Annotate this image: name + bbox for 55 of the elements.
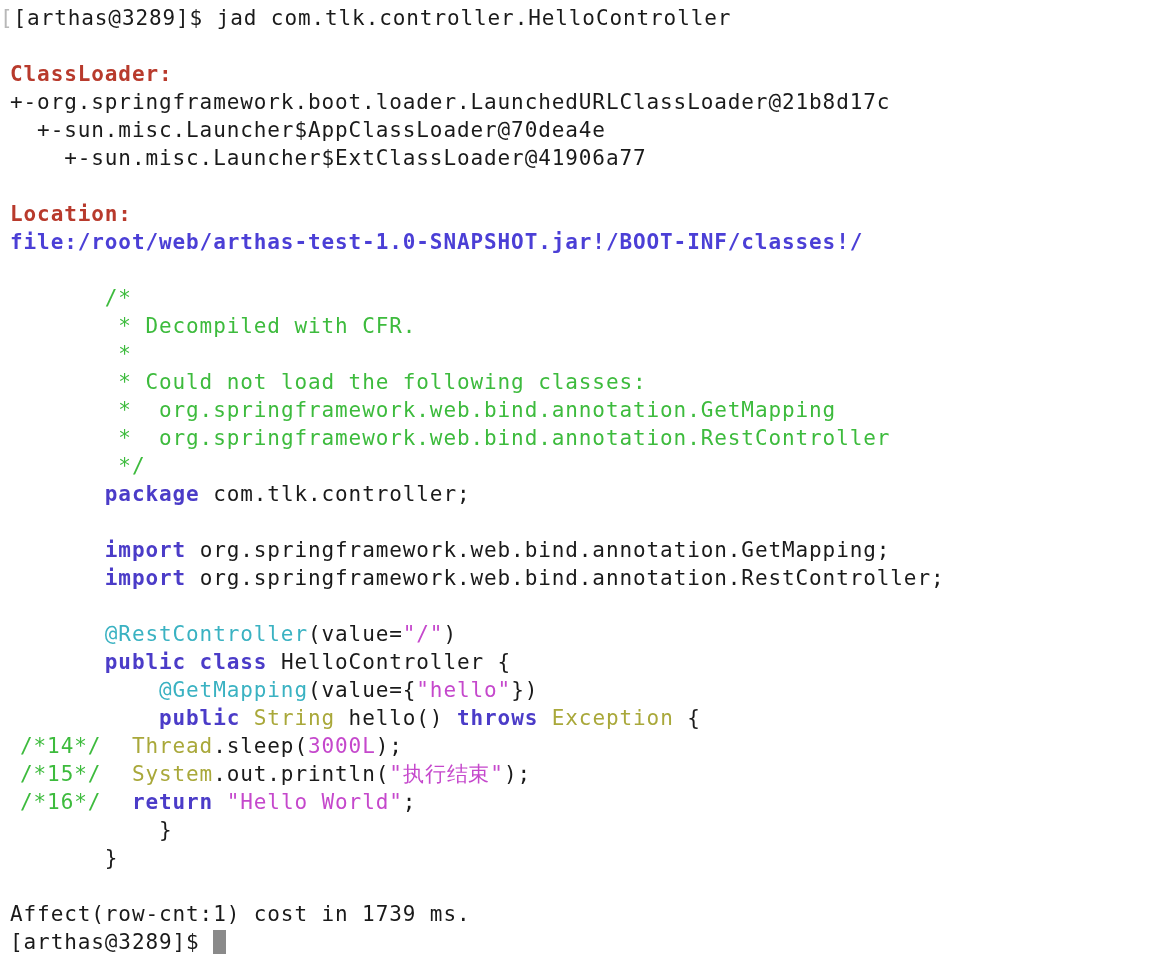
code-keyword: import — [104, 537, 187, 564]
terminal-text: +-sun.misc.Launcher$AppClassLoader@70dea4e — [37, 117, 606, 144]
code-keyword: throws — [456, 705, 539, 732]
line-number: /*14*/ — [20, 733, 102, 760]
terminal-text: org.springframework.web.bind.annotation.RestController; — [199, 565, 945, 592]
terminal-text: com.tlk.controller; — [213, 481, 471, 508]
line-number: /*16*/ — [20, 789, 102, 816]
terminal-text: org.springframework.web.bind.annotation.GetMapping; — [199, 537, 891, 564]
terminal-text: ; — [402, 789, 417, 816]
code-literal: "执行结束" — [389, 761, 504, 788]
terminal-text: hello() — [348, 705, 444, 732]
code-type: String — [253, 705, 336, 732]
code-comment: * org.springframework.web.bind.annotation.GetMapping — [118, 397, 837, 424]
code-keyword: package — [104, 481, 200, 508]
code-literal: "Hello World" — [226, 789, 403, 816]
code-comment: /* — [104, 285, 132, 312]
terminal-text: ); — [503, 761, 531, 788]
terminal-text: ) — [443, 621, 457, 648]
terminal-text: }) — [511, 677, 539, 704]
code-type: Thread — [131, 733, 214, 760]
code-comment: * Decompiled with CFR. — [118, 313, 417, 340]
terminal-text: } — [104, 845, 119, 872]
code-literal: 3000L — [307, 733, 376, 760]
file-path: file:/root/web/arthas-test-1.0-SNAPSHOT.jar!/BOOT-INF/classes!/ — [10, 229, 864, 256]
section-label: Location: — [10, 201, 132, 228]
code-comment: * Could not load the following classes: — [118, 369, 647, 396]
terminal-text: HelloController { — [280, 649, 512, 676]
terminal-text: (value={ — [307, 677, 417, 704]
code-keyword: return — [131, 789, 214, 816]
line-number: /*15*/ — [20, 761, 102, 788]
code-keyword: import — [104, 565, 187, 592]
terminal-text: { — [687, 705, 701, 732]
terminal-text: [ — [0, 5, 14, 32]
code-type: Exception — [551, 705, 674, 732]
code-annotation: @GetMapping — [159, 677, 308, 704]
code-annotation: @RestController — [104, 621, 308, 648]
terminal-text: .out.println( — [213, 761, 390, 788]
code-keyword: public class — [104, 649, 268, 676]
code-comment: * org.springframework.web.bind.annotation.RestController — [118, 425, 891, 452]
terminal-text: [arthas@3289]$ — [10, 929, 200, 956]
terminal-text: +-org.springframework.boot.loader.LaunchedURLClassLoader@21b8d17c — [10, 89, 891, 116]
terminal-text: ); — [375, 733, 403, 760]
code-literal: "hello" — [416, 677, 512, 704]
code-keyword: public — [159, 705, 241, 732]
code-type: System — [131, 761, 214, 788]
terminal-text: .sleep( — [213, 733, 308, 760]
terminal-text: Affect(row-cnt:1) cost in 1739 ms. — [10, 901, 471, 928]
code-comment: */ — [118, 453, 146, 480]
terminal-text: [arthas@3289]$ jad com.tlk.controller.HelloController — [13, 5, 732, 32]
terminal-text: (value= — [307, 621, 403, 648]
code-literal: "/" — [402, 621, 444, 648]
code-comment: * — [118, 341, 132, 368]
section-label: ClassLoader: — [10, 61, 173, 88]
terminal-text: +-sun.misc.Launcher$ExtClassLoader@41906a77 — [64, 145, 647, 172]
terminal-text: } — [159, 817, 173, 844]
